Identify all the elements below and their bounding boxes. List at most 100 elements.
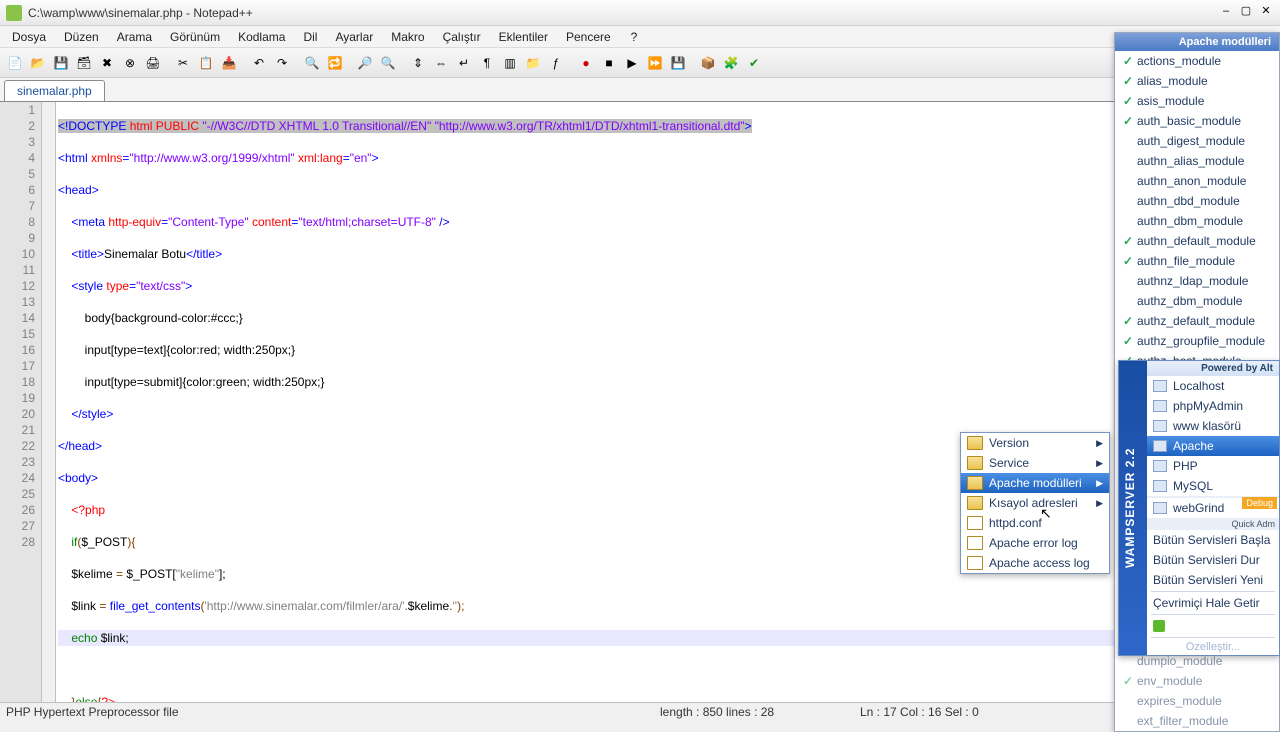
wamp-panel[interactable]: WAMPSERVER 2.2 Powered by Alt Localhost … [1118,360,1280,656]
code-editor[interactable]: 1234567891011121314151617181920212223242… [0,102,1280,702]
wamp-tray[interactable] [1147,616,1279,636]
folder-icon[interactable]: 📁 [522,52,544,74]
find-icon[interactable]: 🔍 [301,52,323,74]
wamp-localhost[interactable]: Localhost [1147,376,1279,396]
module-authz_default_module[interactable]: ✓authz_default_module [1115,311,1279,331]
module-authn_default_module[interactable]: ✓authn_default_module [1115,231,1279,251]
module-authn_file_module[interactable]: ✓authn_file_module [1115,251,1279,271]
save-all-icon[interactable]: 🗃 [73,52,95,74]
menu-calistir[interactable]: Çalıştır [435,28,489,46]
module-env_module[interactable]: ✓env_module [1115,671,1279,691]
new-file-icon[interactable]: 📄 [4,52,26,74]
wamp-online[interactable]: Çevrimiçi Hale Getir [1147,593,1279,613]
module-authn_anon_module[interactable]: authn_anon_module [1115,171,1279,191]
module-alias_module[interactable]: ✓alias_module [1115,71,1279,91]
sync-v-icon[interactable]: ⇕ [407,52,429,74]
module-authn_dbd_module[interactable]: authn_dbd_module [1115,191,1279,211]
zoom-in-icon[interactable]: 🔎 [354,52,376,74]
menu-bar: Dosya Düzen Arama Görünüm Kodlama Dil Ay… [0,26,1280,48]
indent-guide-icon[interactable]: ▥ [499,52,521,74]
close-button[interactable]: ✕ [1256,3,1276,21]
apache-context-menu[interactable]: Version▶ Service▶ Apache modülleri▶ Kısa… [960,432,1110,574]
close-all-icon[interactable]: ⊗ [119,52,141,74]
check-icon: ✓ [1123,254,1137,268]
menu-alias[interactable]: Kısayol adresleri▶ [961,493,1109,513]
wamp-start-all[interactable]: Bütün Servisleri Başla [1147,530,1279,550]
close-file-icon[interactable]: ✖ [96,52,118,74]
copy-icon[interactable]: 📋 [195,52,217,74]
show-all-icon[interactable]: ¶ [476,52,498,74]
minimize-button[interactable]: – [1216,3,1236,21]
wamp-customize[interactable]: Özelleştir... [1147,639,1279,655]
menu-help[interactable]: ? [623,28,646,46]
menu-duzen[interactable]: Düzen [56,28,107,46]
module-auth_digest_module[interactable]: auth_digest_module [1115,131,1279,151]
wamp-stop-all[interactable]: Bütün Servisleri Dur [1147,550,1279,570]
menu-makro[interactable]: Makro [383,28,432,46]
menu-kodlama[interactable]: Kodlama [230,28,293,46]
tab-sinemalar[interactable]: sinemalar.php [4,80,105,101]
plugin1-icon[interactable]: 📦 [697,52,719,74]
menu-accesslog[interactable]: Apache access log [961,553,1109,573]
db-icon [1153,400,1167,412]
module-expires_module[interactable]: expires_module [1115,691,1279,711]
module-auth_basic_module[interactable]: ✓auth_basic_module [1115,111,1279,131]
menu-gorunum[interactable]: Görünüm [162,28,228,46]
save-icon[interactable]: 💾 [50,52,72,74]
wrap-icon[interactable]: ↵ [453,52,475,74]
redo-icon[interactable]: ↷ [271,52,293,74]
module-authnz_ldap_module[interactable]: authnz_ldap_module [1115,271,1279,291]
sync-h-icon[interactable]: ⇔ [430,52,452,74]
open-file-icon[interactable]: 📂 [27,52,49,74]
stop-icon[interactable]: ■ [598,52,620,74]
module-label: authz_default_module [1137,314,1255,328]
menu-httpd[interactable]: httpd.conf [961,513,1109,533]
function-list-icon[interactable]: ƒ [545,52,567,74]
fast-icon[interactable]: ⏩ [644,52,666,74]
menu-pencere[interactable]: Pencere [558,28,619,46]
menu-dil[interactable]: Dil [295,28,325,46]
wamp-php[interactable]: PHP [1147,456,1279,476]
maximize-button[interactable]: ▢ [1236,3,1256,21]
plugin2-icon[interactable]: 🧩 [720,52,742,74]
module-ext_filter_module[interactable]: ext_filter_module [1115,711,1279,731]
fold-column[interactable] [42,102,56,702]
module-label: asis_module [1137,94,1204,108]
cut-icon[interactable]: ✂ [172,52,194,74]
cursor-icon: ↖ [1040,505,1052,522]
code-area[interactable]: <!DOCTYPE html PUBLIC "-//W3C//DTD XHTML… [56,102,1280,702]
print-icon[interactable]: 🖨 [142,52,164,74]
zoom-out-icon[interactable]: 🔍 [377,52,399,74]
wamp-mysql[interactable]: MySQL [1147,476,1279,496]
menu-arama[interactable]: Arama [109,28,160,46]
menu-dosya[interactable]: Dosya [4,28,54,46]
paste-icon[interactable]: 📥 [218,52,240,74]
module-authz_dbm_module[interactable]: authz_dbm_module [1115,291,1279,311]
folder-icon [967,436,983,450]
menu-eklentiler[interactable]: Eklentiler [491,28,556,46]
module-authn_alias_module[interactable]: authn_alias_module [1115,151,1279,171]
menu-apache-modules[interactable]: Apache modülleri▶ [961,473,1109,493]
wamp-www[interactable]: www klasörü [1147,416,1279,436]
wamp-restart-all[interactable]: Bütün Servisleri Yeni [1147,570,1279,590]
folder-icon [967,456,983,470]
check-icon: ✓ [1123,74,1137,88]
module-actions_module[interactable]: ✓actions_module [1115,51,1279,71]
wamp-apache[interactable]: Apache [1147,436,1279,456]
replace-icon[interactable]: 🔁 [324,52,346,74]
play-icon[interactable]: ▶ [621,52,643,74]
module-authn_dbm_module[interactable]: authn_dbm_module [1115,211,1279,231]
module-authz_groupfile_module[interactable]: ✓authz_groupfile_module [1115,331,1279,351]
undo-icon[interactable]: ↶ [248,52,270,74]
module-asis_module[interactable]: ✓asis_module [1115,91,1279,111]
menu-service[interactable]: Service▶ [961,453,1109,473]
menu-errorlog[interactable]: Apache error log [961,533,1109,553]
menu-version[interactable]: Version▶ [961,433,1109,453]
folder-icon [1153,420,1167,432]
home-icon [1153,380,1167,392]
menu-ayarlar[interactable]: Ayarlar [327,28,381,46]
record-icon[interactable]: ● [575,52,597,74]
plugin3-icon[interactable]: ✔ [743,52,765,74]
wamp-phpmyadmin[interactable]: phpMyAdmin [1147,396,1279,416]
save-macro-icon[interactable]: 💾 [667,52,689,74]
